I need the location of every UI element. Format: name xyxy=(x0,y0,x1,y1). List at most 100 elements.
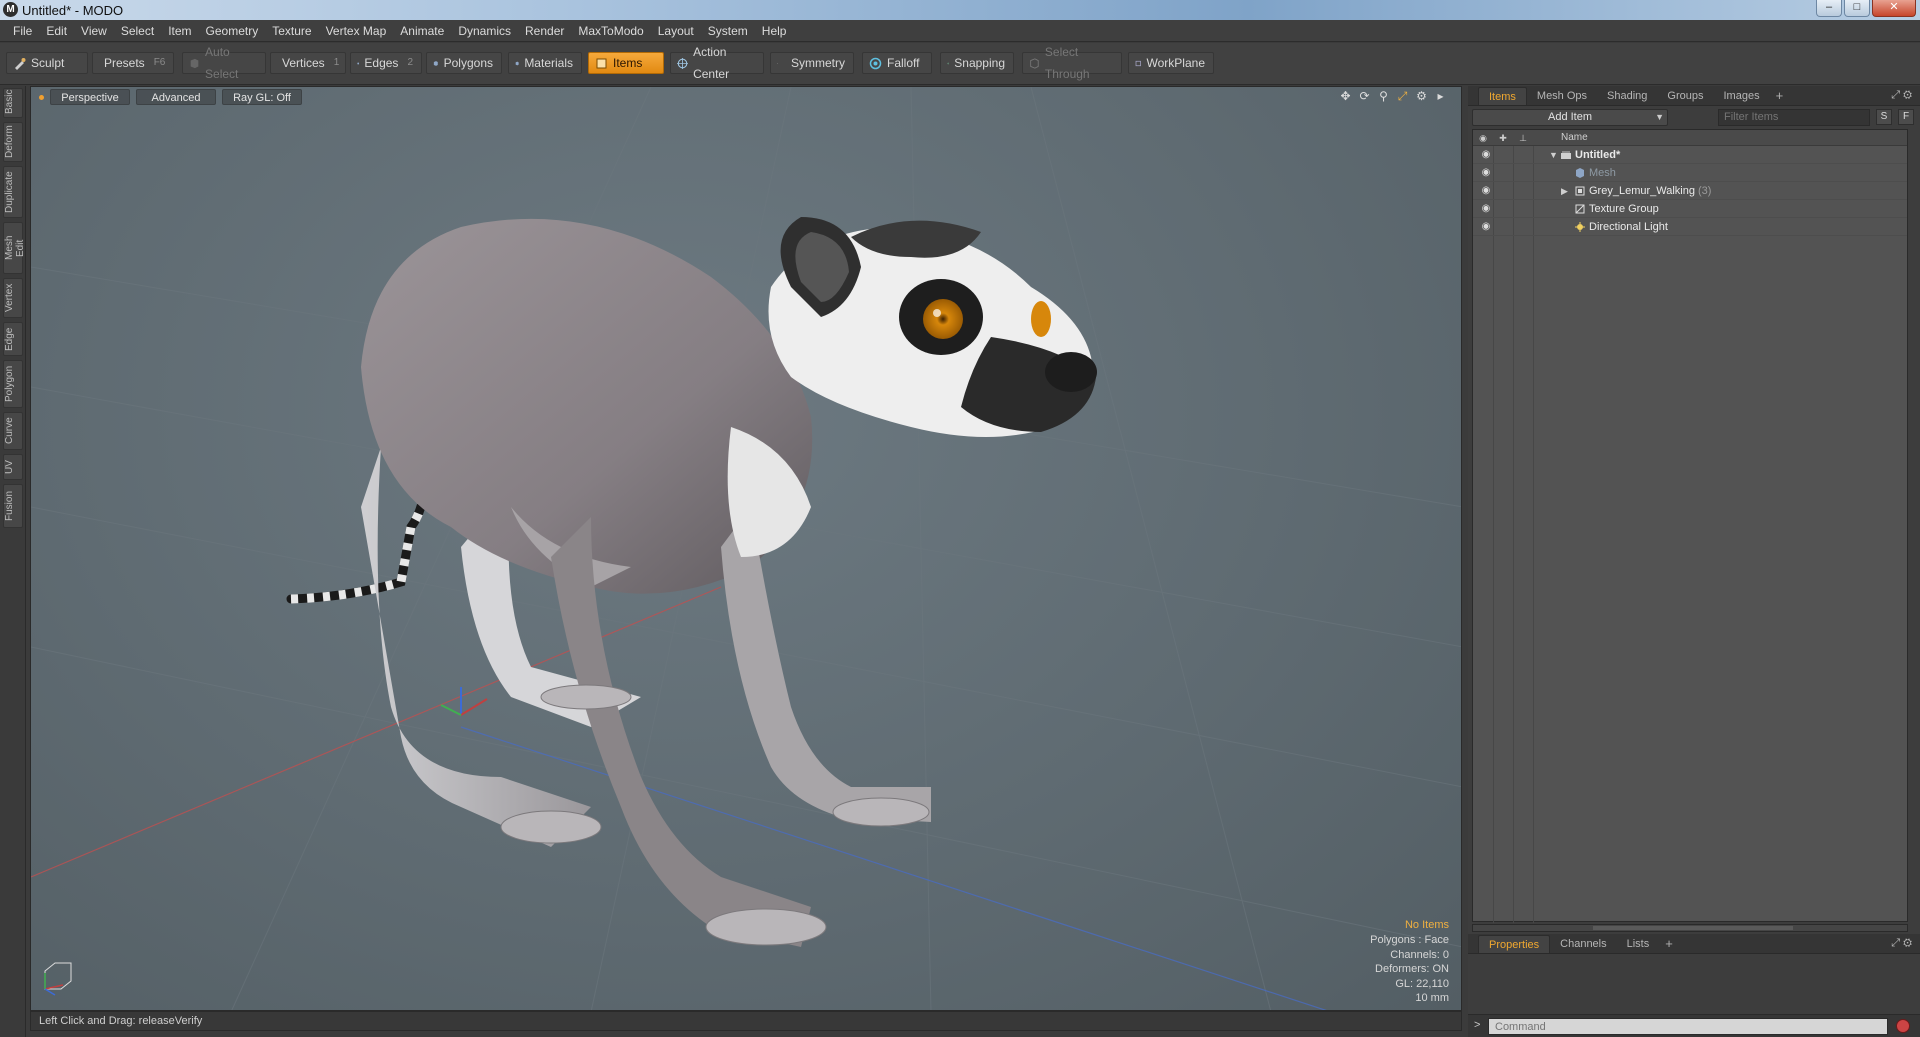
viewport-scene[interactable] xyxy=(31,87,1462,1011)
expand-arrow-icon[interactable]: ▶ xyxy=(1561,182,1568,200)
tab-vertex[interactable]: Vertex xyxy=(3,278,23,318)
view-mode-dropdown[interactable]: Perspective xyxy=(50,89,130,105)
tab-polygon[interactable]: Polygon xyxy=(3,360,23,408)
tree-horizontal-scrollbar[interactable] xyxy=(1472,924,1908,932)
menu-select[interactable]: Select xyxy=(114,20,161,42)
gl-info: GL: 22,110 xyxy=(1395,977,1449,990)
orientation-cube-icon[interactable] xyxy=(44,962,72,996)
tab-deform[interactable]: Deform xyxy=(3,122,23,162)
filter-f-button[interactable]: F xyxy=(1898,109,1914,125)
tree-row-texture-group[interactable]: ◉ Texture Group xyxy=(1473,200,1907,218)
add-tab-icon[interactable]: + xyxy=(1659,936,1679,951)
visibility-eye-icon[interactable]: ◉ xyxy=(1480,221,1492,233)
menu-geometry[interactable]: Geometry xyxy=(199,20,266,42)
symmetry-button[interactable]: Symmetry xyxy=(770,52,854,74)
item-gizmo[interactable] xyxy=(440,687,488,716)
tab-mesh-ops[interactable]: Mesh Ops xyxy=(1527,87,1597,105)
menu-item[interactable]: Item xyxy=(161,20,198,42)
maximize-icon[interactable]: □ xyxy=(1844,0,1870,17)
viewport-expand-arrow-icon[interactable]: ▸ xyxy=(1434,90,1447,103)
tab-curve[interactable]: Curve xyxy=(3,412,23,450)
3d-viewport[interactable]: Perspective Advanced Ray GL: Off ✥ ⟳ ⚲ ⤢… xyxy=(30,86,1462,1011)
tree-row-grey-lemur[interactable]: ◉ ▶ Grey_Lemur_Walking (3) xyxy=(1473,182,1907,200)
tab-groups[interactable]: Groups xyxy=(1657,87,1713,105)
command-history-arrow-icon[interactable]: > xyxy=(1474,1019,1480,1031)
tab-channels[interactable]: Channels xyxy=(1550,935,1616,953)
panel-options-icon[interactable]: ⤢ ⚙ xyxy=(1891,937,1912,950)
tab-items[interactable]: Items xyxy=(1478,86,1527,105)
tab-mesh-edit[interactable]: Mesh Edit xyxy=(3,222,26,274)
vertices-button[interactable]: Vertices 1 xyxy=(270,52,346,74)
name-column-header[interactable]: Name xyxy=(1561,130,1588,146)
lock-column-icon[interactable]: ✚ xyxy=(1497,132,1509,144)
command-input[interactable] xyxy=(1488,1018,1888,1035)
tab-basic[interactable]: Basic xyxy=(3,88,23,118)
action-center-button[interactable]: Action Center xyxy=(670,45,764,81)
stop-icon[interactable] xyxy=(1896,1019,1910,1033)
edges-button[interactable]: Edges 2 xyxy=(350,52,422,74)
menu-layout[interactable]: Layout xyxy=(651,20,701,42)
visibility-eye-icon[interactable]: ◉ xyxy=(1480,149,1492,161)
materials-icon xyxy=(515,61,519,65)
tree-row-directional-light[interactable]: ◉ Directional Light xyxy=(1473,218,1907,236)
panel-options-icon[interactable]: ⤢ ⚙ xyxy=(1891,89,1912,102)
menu-maxtomodo[interactable]: MaxToModo xyxy=(571,20,650,42)
snapping-button[interactable]: Snapping xyxy=(940,52,1014,74)
filter-s-button[interactable]: S xyxy=(1876,109,1892,125)
viewport-menu-dot-icon[interactable] xyxy=(39,94,44,100)
auto-select-button[interactable]: Auto Select xyxy=(182,45,266,81)
tab-fusion[interactable]: Fusion xyxy=(3,484,23,528)
tab-edge[interactable]: Edge xyxy=(3,322,23,356)
shading-dropdown[interactable]: Advanced xyxy=(136,89,216,105)
visibility-eye-icon[interactable]: ◉ xyxy=(1480,167,1492,179)
tab-shading[interactable]: Shading xyxy=(1597,87,1657,105)
tab-images[interactable]: Images xyxy=(1714,87,1770,105)
pan-icon[interactable]: ✥ xyxy=(1339,90,1352,103)
menu-animate[interactable]: Animate xyxy=(393,20,451,42)
tree-header: ◉ ✚ ⊥ Name xyxy=(1473,130,1907,146)
lemur-model[interactable] xyxy=(286,217,1097,947)
menu-render[interactable]: Render xyxy=(518,20,571,42)
scrollbar-thumb[interactable] xyxy=(1593,926,1793,930)
menu-dynamics[interactable]: Dynamics xyxy=(451,20,518,42)
transform-column-icon[interactable]: ⊥ xyxy=(1517,132,1529,144)
menu-texture[interactable]: Texture xyxy=(265,20,318,42)
menu-edit[interactable]: Edit xyxy=(39,20,74,42)
sculpt-button[interactable]: Sculpt xyxy=(6,52,88,74)
tab-uv[interactable]: UV xyxy=(3,454,23,480)
presets-button[interactable]: Presets F6 xyxy=(92,52,174,74)
minimize-icon[interactable]: – xyxy=(1816,0,1842,17)
add-tab-icon[interactable]: + xyxy=(1770,88,1790,103)
workplane-button[interactable]: WorkPlane xyxy=(1128,52,1214,74)
menu-vertex-map[interactable]: Vertex Map xyxy=(319,20,394,42)
visibility-eye-icon[interactable]: ◉ xyxy=(1480,185,1492,197)
tab-duplicate[interactable]: Duplicate xyxy=(3,166,23,218)
materials-button[interactable]: Materials xyxy=(508,52,582,74)
menu-help[interactable]: Help xyxy=(755,20,794,42)
fit-icon[interactable]: ⤢ xyxy=(1396,90,1409,103)
add-item-dropdown[interactable]: Add Item ▼ xyxy=(1472,108,1668,126)
channels-info: Channels: 0 xyxy=(1390,948,1449,961)
select-through-button[interactable]: Select Through xyxy=(1022,45,1122,81)
gear-icon[interactable]: ⚙ xyxy=(1415,90,1428,103)
raygl-toggle[interactable]: Ray GL: Off xyxy=(222,89,302,105)
zoom-icon[interactable]: ⚲ xyxy=(1377,90,1390,103)
close-icon[interactable]: ✕ xyxy=(1872,0,1916,17)
mesh-icon xyxy=(1576,168,1584,178)
visibility-eye-icon[interactable]: ◉ xyxy=(1480,203,1492,215)
visibility-column-eye-icon[interactable]: ◉ xyxy=(1477,132,1489,144)
tab-lists[interactable]: Lists xyxy=(1617,935,1660,953)
expand-arrow-icon[interactable]: ▼ xyxy=(1549,146,1558,164)
tree-row-scene[interactable]: ◉ ▼ Untitled* xyxy=(1473,146,1907,164)
menu-file[interactable]: File xyxy=(6,20,39,42)
menu-view[interactable]: View xyxy=(74,20,114,42)
polygons-button[interactable]: Polygons xyxy=(426,52,502,74)
filter-items-input[interactable] xyxy=(1718,108,1870,126)
polygons-icon xyxy=(433,60,438,66)
menu-system[interactable]: System xyxy=(701,20,755,42)
falloff-button[interactable]: Falloff xyxy=(862,52,932,74)
items-button[interactable]: Items xyxy=(588,52,664,74)
rotate-icon[interactable]: ⟳ xyxy=(1358,90,1371,103)
tree-row-mesh[interactable]: ◉ Mesh xyxy=(1473,164,1907,182)
tab-properties[interactable]: Properties xyxy=(1478,934,1551,953)
